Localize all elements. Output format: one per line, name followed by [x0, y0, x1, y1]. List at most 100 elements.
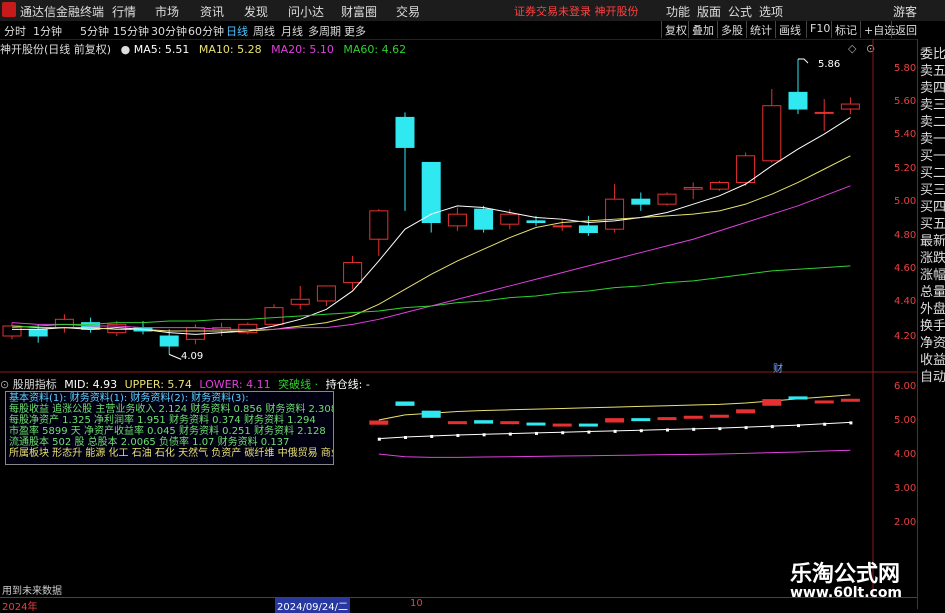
candle-body[interactable]: [369, 210, 389, 240]
guest-label[interactable]: 游客: [893, 3, 917, 20]
sub-candle: [474, 420, 494, 424]
candle-body[interactable]: [631, 198, 651, 205]
menu-discover[interactable]: 发现: [244, 3, 268, 20]
btn-mark[interactable]: 标记: [831, 21, 860, 38]
candle-body[interactable]: [316, 285, 336, 302]
yaxis-label: 5.00: [894, 196, 917, 207]
side-panel-item[interactable]: 自动: [920, 366, 945, 385]
sub-candle: [395, 401, 415, 406]
menu-market2[interactable]: 市场: [155, 3, 179, 20]
sub-candle: [369, 420, 389, 425]
menu-market[interactable]: 行情: [112, 3, 136, 20]
mid-dot: [770, 425, 774, 429]
btn-f10[interactable]: F10: [806, 21, 833, 38]
period-30min[interactable]: 30分钟: [151, 23, 187, 39]
candle-body[interactable]: [526, 220, 546, 224]
sub-candle: [631, 418, 651, 422]
sub-candle: [709, 414, 729, 418]
period-more[interactable]: 更多: [344, 23, 366, 39]
btn-multi-stock[interactable]: 多股: [717, 21, 746, 38]
menu-formula[interactable]: 公式: [728, 3, 752, 20]
candle-body[interactable]: [421, 161, 441, 224]
candle-body[interactable]: [447, 213, 467, 227]
sub-candle: [578, 423, 598, 427]
period-toolbar: 分时 1分钟 5分钟 15分钟 30分钟 60分钟 日线 周线 月线 多周期 更…: [0, 21, 945, 40]
candle-body[interactable]: [395, 116, 415, 148]
period-5min[interactable]: 5分钟: [80, 23, 109, 39]
indicator-icon[interactable]: ⊙: [0, 378, 9, 391]
future-data-hint: 用到未来数据: [2, 586, 62, 597]
candle-body[interactable]: [28, 328, 48, 337]
login-notice: 证券交易未登录 神开股份: [514, 5, 639, 18]
btn-draw[interactable]: 画线: [775, 21, 804, 38]
period-fenshi[interactable]: 分时: [4, 23, 26, 39]
candle-body[interactable]: [683, 186, 703, 190]
menu-trade[interactable]: 交易: [396, 3, 420, 20]
sub-candle: [421, 410, 441, 418]
high-marker: [798, 58, 809, 64]
menu-layout[interactable]: 版面: [697, 3, 721, 20]
mid-dot: [744, 426, 748, 430]
ma-line-ma60: [11, 265, 851, 329]
period-60min[interactable]: 60分钟: [188, 23, 224, 39]
btn-fuquan[interactable]: 复权: [661, 21, 690, 38]
period-week[interactable]: 周线: [253, 23, 275, 39]
mid-dot: [482, 433, 486, 437]
candle-body[interactable]: [840, 103, 860, 110]
yaxis-label: 5.60: [894, 96, 917, 107]
date-axis: 2024年 2024/09/24/二 10: [0, 597, 917, 613]
lower-label: LOWER: 4.11: [199, 378, 271, 391]
candle-body[interactable]: [474, 208, 494, 230]
candle-body[interactable]: [578, 225, 598, 234]
period-day[interactable]: 日线: [226, 23, 248, 39]
breakout-label: 突破线 ·: [278, 378, 319, 391]
low-marker: [169, 353, 182, 360]
sub-candle: [814, 400, 834, 404]
candle-body[interactable]: [500, 213, 520, 225]
mid-dot: [849, 421, 853, 425]
watermark-name: 乐淘公式网: [790, 562, 901, 587]
mid-dot: [377, 437, 381, 441]
menu-ask[interactable]: 问小达: [288, 3, 324, 20]
info-line: 每股净资产 1.325 净利润率 1.951 财务资料 0.374 财务资料 1…: [9, 415, 316, 426]
candle-body[interactable]: [605, 198, 625, 230]
candle-body[interactable]: [709, 181, 729, 190]
btn-overlay[interactable]: 叠加: [688, 21, 717, 38]
month-label: 10: [410, 598, 423, 609]
low-price-label: 4.09: [181, 351, 204, 362]
mid-dot: [613, 429, 617, 433]
candle-body[interactable]: [788, 91, 808, 110]
candle-body[interactable]: [159, 335, 179, 347]
candle-body[interactable]: [762, 105, 782, 162]
candle-body[interactable]: [657, 193, 677, 205]
mid-dot: [587, 430, 591, 434]
btn-stats[interactable]: 统计: [746, 21, 775, 38]
sub-candle: [657, 417, 677, 421]
candle-body[interactable]: [264, 307, 284, 325]
period-15min[interactable]: 15分钟: [113, 23, 149, 39]
sub-candle: [788, 396, 808, 400]
candle-body[interactable]: [343, 262, 363, 284]
period-month[interactable]: 月线: [281, 23, 303, 39]
sub-yaxis-label: 4.00: [894, 449, 917, 460]
sub-candle: [500, 421, 520, 425]
menu-wealth[interactable]: 财富圈: [341, 3, 377, 20]
sub-candle: [447, 421, 467, 425]
period-multi[interactable]: 多周期: [308, 23, 341, 39]
kline-chart[interactable]: [0, 39, 917, 597]
candle-body[interactable]: [54, 318, 74, 329]
menu-function[interactable]: 功能: [666, 3, 690, 20]
band-line-lower: [378, 449, 851, 458]
finance-marker[interactable]: 财: [773, 360, 783, 375]
btn-back[interactable]: 返回: [891, 21, 920, 38]
candle-body[interactable]: [814, 111, 834, 114]
sub-candle: [552, 423, 572, 427]
candle-body[interactable]: [552, 225, 572, 228]
candle-body[interactable]: [290, 298, 310, 305]
candle-body[interactable]: [736, 155, 756, 183]
period-1min[interactable]: 1分钟: [33, 23, 62, 39]
menu-options[interactable]: 选项: [759, 3, 783, 20]
indicator-name[interactable]: 股朋指标: [13, 378, 57, 391]
position-label: 持仓线: -: [325, 378, 370, 391]
menu-news[interactable]: 资讯: [200, 3, 224, 20]
